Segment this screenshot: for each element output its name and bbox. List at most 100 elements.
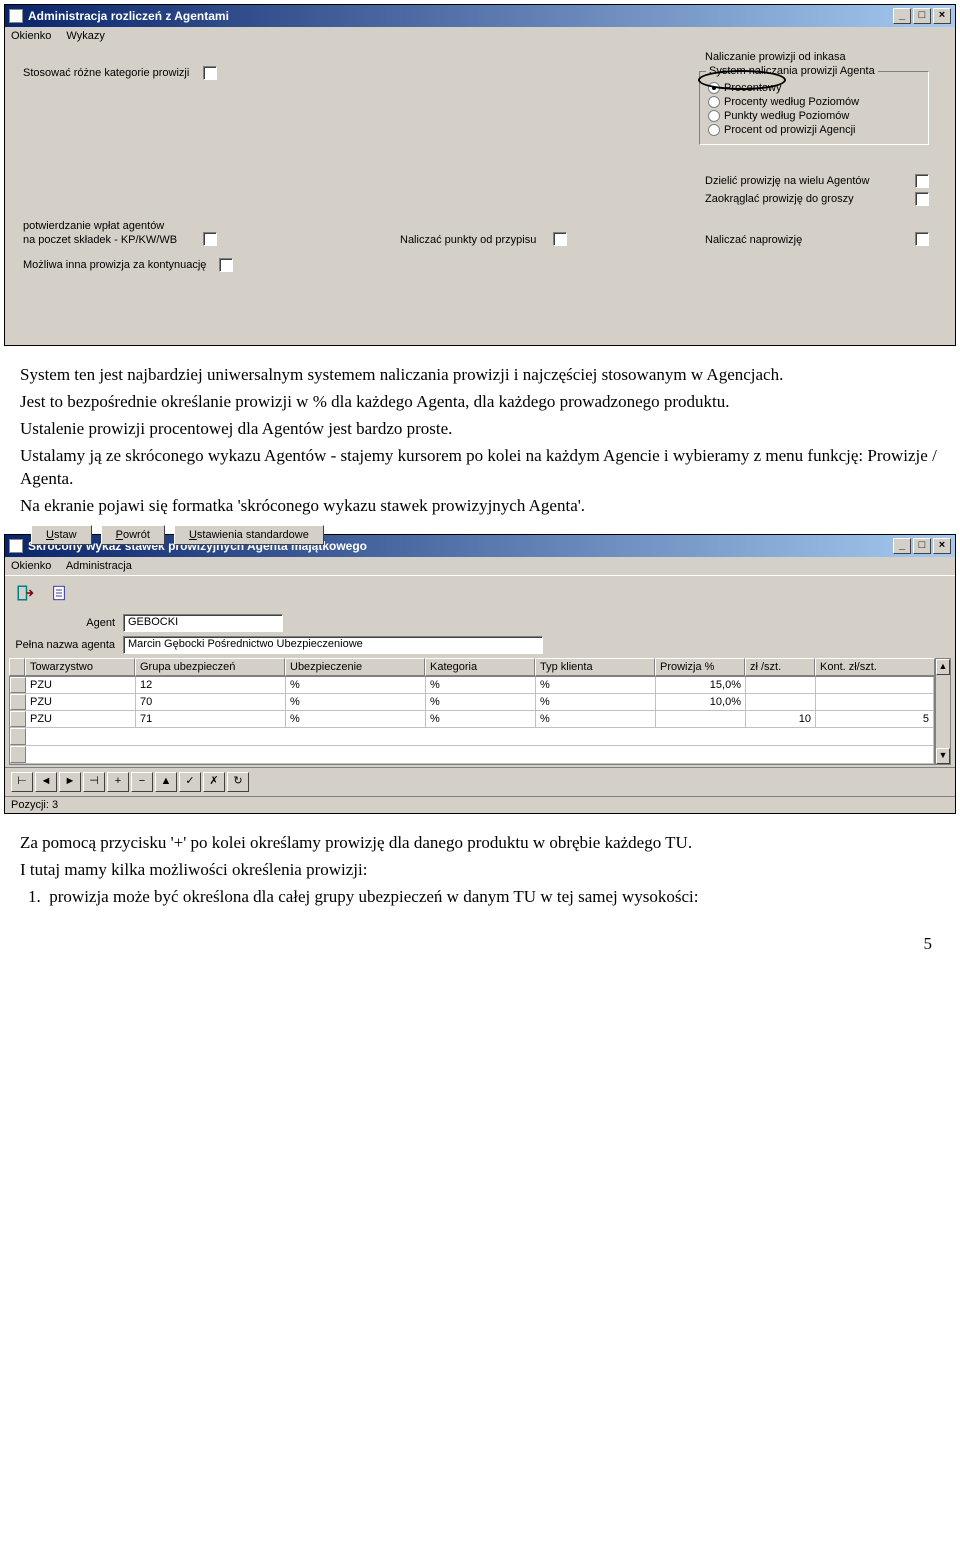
col-typ[interactable]: Typ klienta xyxy=(535,658,655,676)
cell[interactable]: PZU xyxy=(26,694,136,710)
group-system-naliczania: System naliczania prowizji Agenta Procen… xyxy=(699,71,929,145)
radio-procenty-poziomow[interactable]: Procenty według Poziomów xyxy=(708,96,920,108)
cell[interactable]: 10 xyxy=(746,711,816,727)
cell[interactable]: % xyxy=(536,694,656,710)
ustaw-button[interactable]: Ustaw xyxy=(31,525,92,545)
checkbox-stosowac[interactable] xyxy=(203,66,217,80)
vertical-scrollbar[interactable]: ▲ ▼ xyxy=(935,658,951,765)
nav-button-6[interactable]: ▲ xyxy=(155,772,177,792)
app-icon xyxy=(9,9,23,23)
radio-punkty-poziomow[interactable]: Punkty według Poziomów xyxy=(708,110,920,122)
toolbar xyxy=(5,575,955,610)
list-item: 1. prowizja może być określona dla całej… xyxy=(48,886,940,909)
row-selector[interactable] xyxy=(10,677,26,693)
cell[interactable]: 5 xyxy=(816,711,934,727)
exit-icon[interactable] xyxy=(11,580,39,606)
cell[interactable] xyxy=(746,677,816,693)
document-icon[interactable] xyxy=(45,580,73,606)
cell[interactable] xyxy=(746,694,816,710)
ustawienia-std-button[interactable]: Ustawienia standardowe xyxy=(174,525,324,545)
grid-body[interactable]: PZU12%%%15,0%PZU70%%%10,0%PZU71%%%105 xyxy=(9,676,935,765)
checkbox-mozliwa[interactable] xyxy=(219,258,233,272)
col-grupa[interactable]: Grupa ubezpieczeń xyxy=(135,658,285,676)
cell[interactable]: % xyxy=(426,711,536,727)
cell[interactable]: PZU xyxy=(26,711,136,727)
cell[interactable]: 12 xyxy=(136,677,286,693)
label-stosowac: Stosować różne kategorie prowizji xyxy=(23,67,189,79)
cell[interactable]: 71 xyxy=(136,711,286,727)
label-agent: Agent xyxy=(13,617,123,629)
minimize-button[interactable]: _ xyxy=(893,8,911,24)
label-potw1: potwierdzanie wpłat agentów xyxy=(23,220,164,232)
nav-button-1[interactable]: ◄ xyxy=(35,772,57,792)
titlebar[interactable]: Administracja rozliczeń z Agentami _ □ × xyxy=(5,5,955,27)
paragraph: Ustalenie prowizji procentowej dla Agent… xyxy=(20,418,940,441)
cell[interactable]: PZU xyxy=(26,677,136,693)
menu-okienko[interactable]: Okienko xyxy=(11,560,51,572)
menubar: Okienko Administracja xyxy=(5,557,955,575)
scroll-down-icon[interactable]: ▼ xyxy=(936,748,950,764)
close-button[interactable]: × xyxy=(933,538,951,554)
cell[interactable] xyxy=(656,711,746,727)
checkbox-potw[interactable] xyxy=(203,232,217,246)
cell[interactable]: 15,0% xyxy=(656,677,746,693)
radio-procent-agencji[interactable]: Procent od prowizji Agencji xyxy=(708,124,920,136)
col-towarzystwo[interactable]: Towarzystwo xyxy=(25,658,135,676)
col-zl-szt[interactable]: zł /szt. xyxy=(745,658,815,676)
close-button[interactable]: × xyxy=(933,8,951,24)
statusbar: Pozycji: 3 xyxy=(5,796,955,813)
checkbox-zaokraglac[interactable] xyxy=(915,192,929,206)
input-pelna-nazwa[interactable]: Marcin Gębocki Pośrednictwo Ubezpieczeni… xyxy=(123,636,543,654)
table-row[interactable]: PZU12%%%15,0% xyxy=(10,677,934,694)
checkbox-naliczac-nap[interactable] xyxy=(915,232,929,246)
cell[interactable]: % xyxy=(426,677,536,693)
col-prowizja[interactable]: Prowizja % xyxy=(655,658,745,676)
row-selector[interactable] xyxy=(10,694,26,710)
cell[interactable]: 70 xyxy=(136,694,286,710)
cell[interactable]: % xyxy=(536,677,656,693)
cell[interactable] xyxy=(816,677,934,693)
minimize-button[interactable]: _ xyxy=(893,538,911,554)
nav-button-8[interactable]: ✗ xyxy=(203,772,225,792)
cell[interactable]: % xyxy=(286,677,426,693)
table-row[interactable]: PZU70%%%10,0% xyxy=(10,694,934,711)
cell[interactable]: % xyxy=(286,711,426,727)
input-agent[interactable]: GEBOCKI xyxy=(123,614,283,632)
powrot-button[interactable]: Powrót xyxy=(101,525,165,545)
nav-button-0[interactable]: ⊢ xyxy=(11,772,33,792)
scroll-up-icon[interactable]: ▲ xyxy=(936,659,950,675)
radio-procentowy[interactable]: Procentowy xyxy=(708,82,920,94)
label-pelna-nazwa: Pełna nazwa agenta xyxy=(13,639,123,651)
nav-button-5[interactable]: − xyxy=(131,772,153,792)
maximize-button[interactable]: □ xyxy=(913,538,931,554)
nav-button-2[interactable]: ► xyxy=(59,772,81,792)
checkbox-naliczac-punkty[interactable] xyxy=(553,232,567,246)
nav-button-3[interactable]: ⊣ xyxy=(83,772,105,792)
label-dzielic: Dzielić prowizję na wielu Agentów xyxy=(705,175,869,187)
col-kategoria[interactable]: Kategoria xyxy=(425,658,535,676)
grid: Towarzystwo Grupa ubezpieczeń Ubezpiecze… xyxy=(9,658,951,765)
cell[interactable]: % xyxy=(536,711,656,727)
paragraph: I tutaj mamy kilka możliwości określenia… xyxy=(20,859,940,882)
nav-button-9[interactable]: ↻ xyxy=(227,772,249,792)
nav-button-7[interactable]: ✓ xyxy=(179,772,201,792)
nav-button-4[interactable]: + xyxy=(107,772,129,792)
label-naliczanie: Naliczanie prowizji od inkasa xyxy=(705,51,846,63)
menu-wykazy[interactable]: Wykazy xyxy=(66,30,104,42)
cell[interactable]: % xyxy=(286,694,426,710)
menu-okienko[interactable]: Okienko xyxy=(11,30,51,42)
menu-administracja[interactable]: Administracja xyxy=(66,560,132,572)
label-mozliwa: Możliwa inna prowizja za kontynuację xyxy=(23,259,206,271)
paragraph: Za pomocą przycisku '+' po kolei określa… xyxy=(20,832,940,855)
label-naliczac-punkty: Naliczać punkty od przypisu xyxy=(400,234,536,246)
paragraph: Ustalamy ją ze skróconego wykazu Agentów… xyxy=(20,445,940,491)
cell[interactable]: 10,0% xyxy=(656,694,746,710)
table-row[interactable]: PZU71%%% 105 xyxy=(10,711,934,728)
col-ubezpieczenie[interactable]: Ubezpieczenie xyxy=(285,658,425,676)
cell[interactable]: % xyxy=(426,694,536,710)
maximize-button[interactable]: □ xyxy=(913,8,931,24)
row-selector[interactable] xyxy=(10,711,26,727)
cell[interactable] xyxy=(816,694,934,710)
col-kont[interactable]: Kont. zł/szt. xyxy=(815,658,935,676)
checkbox-dzielic[interactable] xyxy=(915,174,929,188)
